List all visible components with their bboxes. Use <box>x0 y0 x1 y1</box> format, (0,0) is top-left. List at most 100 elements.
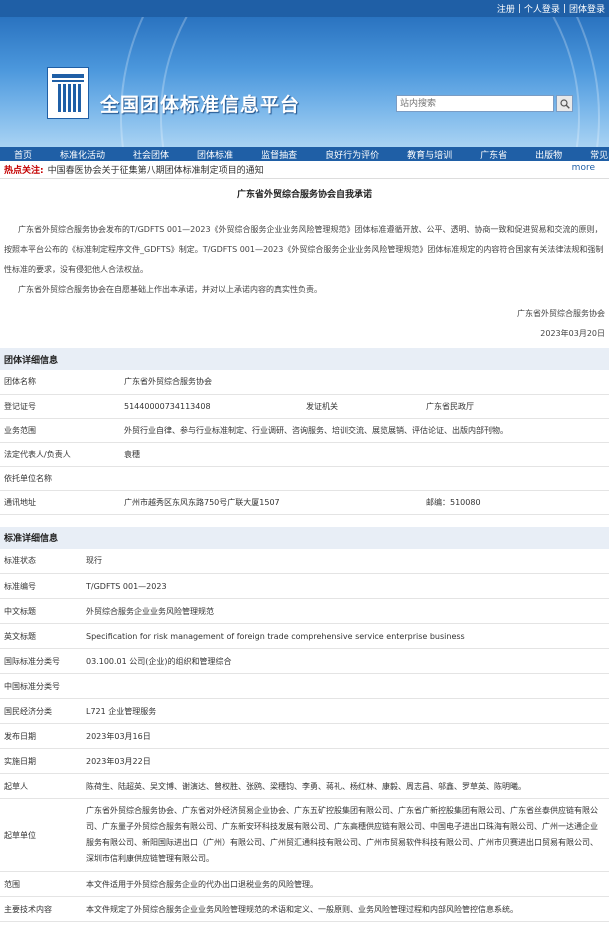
table-row: 起草单位 广东省外贸综合服务协会、广东省对外经济贸易企业协会、广东五矿控股集团有限… <box>0 798 609 872</box>
main-nav: 首页 标准化活动 社会团体 团体标准 监督抽查 良好行为评价 教育与培训 广东省… <box>0 147 609 161</box>
separator: | <box>517 3 521 14</box>
table-row: 国际标准分类号 03.100.01 公司(企业)的组织和管理综合 <box>0 648 609 674</box>
register-link[interactable]: 注册 <box>497 2 515 15</box>
field-value: 本文件适用于外贸综合服务企业的代办出口退税业务的风险管理。 <box>82 871 609 897</box>
table-row: 中国标准分类号 <box>0 673 609 699</box>
nav-item-evaluation[interactable]: 良好行为评价 <box>311 148 393 161</box>
table-row: 主要技术内容 本文件规定了外贸综合服务企业业务风险管理规范的术语和定义、一般原则、… <box>0 896 609 922</box>
field-value: 2023年03月16日 <box>82 723 609 749</box>
table-row: 国民经济分类 L721 企业管理服务 <box>0 698 609 724</box>
org-details-table: 团体名称 广东省外贸综合服务协会 登记证号 51440000734113408 … <box>0 370 609 515</box>
field-value: Specification for risk management of for… <box>82 623 609 649</box>
field-value: 广东省外贸综合服务协会 <box>120 370 609 395</box>
field-label: 范围 <box>0 871 82 897</box>
nav-item-publications[interactable]: 出版物 <box>521 148 576 161</box>
search-button[interactable] <box>556 95 573 112</box>
hot-news-link[interactable]: 中国春医协会关于征集第八期团体标准制定项目的通知 <box>48 163 264 176</box>
table-row: 团体名称 广东省外贸综合服务协会 <box>0 370 609 395</box>
notice-title: 广东省外贸综合服务协会自我承诺 <box>236 190 372 200</box>
field-label: 起草单位 <box>0 798 82 872</box>
table-row: 实施日期 2023年03月22日 <box>0 748 609 774</box>
personal-login-link[interactable]: 个人登录 <box>524 2 560 15</box>
separator: | <box>562 3 566 14</box>
field-label: 业务范围 <box>0 418 120 443</box>
field-label: 起草人 <box>0 773 82 799</box>
field-value: 外贸行业自律、参与行业标准制定、行业调研、咨询服务、培训交流、展览展销、评估论证… <box>120 418 609 443</box>
field-label: 实施日期 <box>0 748 82 774</box>
field-value: T/GDFTS 001—2023 <box>82 573 609 599</box>
field-label: 法定代表人/负责人 <box>0 442 120 467</box>
search-box <box>396 95 573 112</box>
table-row: 依托单位名称 <box>0 466 609 491</box>
postcode: 邮编：510080 <box>422 490 609 515</box>
field-value: 袁穗 <box>120 442 609 467</box>
top-bar: 注册 | 个人登录 | 团体登录 <box>0 0 609 17</box>
decor-arc <box>160 17 580 147</box>
search-icon <box>559 98 570 109</box>
notice-paragraph: 广东省外贸综合服务协会在自愿基础上作出本承诺，并对以上承诺内容的真实性负责。 <box>18 285 322 294</box>
site-logo-icon[interactable] <box>47 67 89 119</box>
search-input[interactable] <box>396 95 554 112</box>
notice-signature: 广东省外贸综合服务协会 2023年03月20日 <box>0 304 609 344</box>
org-section-title: 团体详细信息 <box>0 348 609 370</box>
field-label: 团体名称 <box>0 370 120 395</box>
field-value: 现行 <box>82 548 609 574</box>
std-section-title: 标准详细信息 <box>0 526 609 549</box>
nav-item-home[interactable]: 首页 <box>0 148 46 161</box>
hot-label: 热点关注: <box>4 166 44 176</box>
header-banner: 全国团体标准信息平台 <box>0 17 609 147</box>
field-value: 本文件规定了外贸综合服务企业业务风险管理规范的术语和定义、一般原则、业务风险管理… <box>82 896 609 922</box>
table-row: 英文标题 Specification for risk management of… <box>0 623 609 649</box>
field-label: 标准状态 <box>0 548 82 574</box>
field-value <box>82 673 609 699</box>
more-link[interactable]: more <box>572 163 595 173</box>
group-login-link[interactable]: 团体登录 <box>569 2 605 15</box>
table-row: 标准状态 现行 <box>0 548 609 574</box>
field-label: 国际标准分类号 <box>0 648 82 674</box>
table-row: 范围 本文件适用于外贸综合服务企业的代办出口退税业务的风险管理。 <box>0 871 609 897</box>
field-value: L721 企业管理服务 <box>82 698 609 724</box>
table-row: 法定代表人/负责人 袁穗 <box>0 442 609 467</box>
field-label: 主要技术内容 <box>0 896 82 922</box>
nav-item-faq[interactable]: 常见问题 <box>576 148 609 161</box>
nav-item-supervision[interactable]: 监督抽查 <box>247 148 311 161</box>
field-value: 陈荷生、陆超英、吴文博、谢演达、曾权胜、张鸥、梁穗钧、李勇、蒋礼、杨红林、康毅、… <box>82 773 609 799</box>
field-value: 03.100.01 公司(企业)的组织和管理综合 <box>82 648 609 674</box>
field-value: 广东省民政厅 <box>422 394 609 419</box>
field-label: 英文标题 <box>0 623 82 649</box>
field-label: 国民经济分类 <box>0 698 82 724</box>
nav-item-groups[interactable]: 社会团体 <box>119 148 183 161</box>
std-details-table: 标准状态 现行 标准编号 T/GDFTS 001—2023 中文标题 外贸综合服务企业… <box>0 548 609 922</box>
table-row: 通讯地址 广州市越秀区东风东路750号广联大厦1507 邮编：510080 <box>0 490 609 515</box>
notice-body: 广东省外贸综合服务协会发布的T/GDFTS 001—2023《外贸综合服务企业业… <box>0 220 609 300</box>
sign-date: 2023年03月20日 <box>540 329 605 338</box>
table-row: 业务范围 外贸行业自律、参与行业标准制定、行业调研、咨询服务、培训交流、展览展销… <box>0 418 609 443</box>
field-value: 51440000734113408 <box>120 394 302 419</box>
table-row: 发布日期 2023年03月16日 <box>0 723 609 749</box>
field-label: 通讯地址 <box>0 490 120 515</box>
site-title: 全国团体标准信息平台 <box>100 94 301 116</box>
table-row: 标准编号 T/GDFTS 001—2023 <box>0 573 609 599</box>
nav-item-guangdong[interactable]: 广东省 <box>466 148 521 161</box>
field-label: 发布日期 <box>0 723 82 749</box>
field-value: 2023年03月22日 <box>82 748 609 774</box>
table-row: 登记证号 51440000734113408 发证机关 广东省民政厅 <box>0 394 609 419</box>
nav-item-training[interactable]: 教育与培训 <box>393 148 466 161</box>
field-label: 发证机关 <box>302 394 422 419</box>
field-value <box>120 466 609 491</box>
field-value: 广州市越秀区东风东路750号广联大厦1507 <box>120 490 422 515</box>
table-row: 中文标题 外贸综合服务企业业务风险管理规范 <box>0 598 609 624</box>
notice-paragraph: 广东省外贸综合服务协会发布的T/GDFTS 001—2023《外贸综合服务企业业… <box>4 225 604 274</box>
field-label: 标准编号 <box>0 573 82 599</box>
table-row: 起草人 陈荷生、陆超英、吴文博、谢演达、曾权胜、张鸥、梁穗钧、李勇、蒋礼、杨红林、… <box>0 773 609 799</box>
field-label: 登记证号 <box>0 394 120 419</box>
nav-item-standards[interactable]: 团体标准 <box>183 148 247 161</box>
hot-news-bar: 热点关注: 中国春医协会关于征集第八期团体标准制定项目的通知 more <box>0 161 609 179</box>
nav-item-activities[interactable]: 标准化活动 <box>46 148 119 161</box>
field-value: 外贸综合服务企业业务风险管理规范 <box>82 598 609 624</box>
field-label: 依托单位名称 <box>0 466 120 491</box>
field-label: 中国标准分类号 <box>0 673 82 699</box>
field-label: 中文标题 <box>0 598 82 624</box>
signer: 广东省外贸综合服务协会 <box>517 309 605 318</box>
field-value: 广东省外贸综合服务协会、广东省对外经济贸易企业协会、广东五矿控股集团有限公司、广… <box>82 798 609 872</box>
